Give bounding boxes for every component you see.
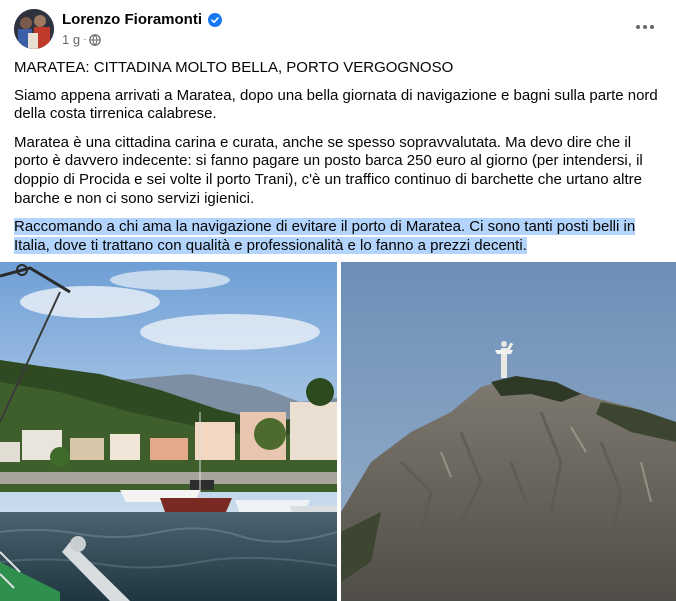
author-name[interactable]: Lorenzo Fioramonti: [62, 11, 222, 28]
post-header: Lorenzo Fioramonti 1 g ·: [14, 9, 662, 49]
harbor-photo[interactable]: [0, 262, 337, 601]
post-paragraph-2: Maratea è una cittadina carina e curata,…: [14, 133, 643, 207]
timestamp[interactable]: 1 g: [62, 32, 80, 47]
globe-icon[interactable]: [89, 33, 102, 46]
post-paragraph-3: Raccomando a chi ama la navigazione di e…: [14, 218, 666, 255]
author-name-label[interactable]: Lorenzo Fioramonti: [62, 11, 202, 28]
avatar[interactable]: [14, 9, 54, 49]
verified-badge-icon: [208, 12, 222, 27]
post-title-line: MARATEA: CITTADINA MOLTO BELLA, PORTO VE…: [14, 59, 454, 76]
post-paragraph-1: Siamo appena arrivati a Maratea, dopo un…: [14, 86, 658, 123]
more-options-icon[interactable]: [628, 13, 662, 41]
post-body: MARATEA: CITTADINA MOLTO BELLA, PORTO VE…: [14, 59, 666, 265]
statue-mountain-photo[interactable]: [341, 262, 676, 601]
post-meta: 1 g ·: [62, 32, 102, 47]
meta-separator: ·: [83, 34, 87, 45]
selected-text: Raccomando a chi ama la navigazione di e…: [14, 218, 636, 254]
photo-grid: [0, 262, 676, 601]
